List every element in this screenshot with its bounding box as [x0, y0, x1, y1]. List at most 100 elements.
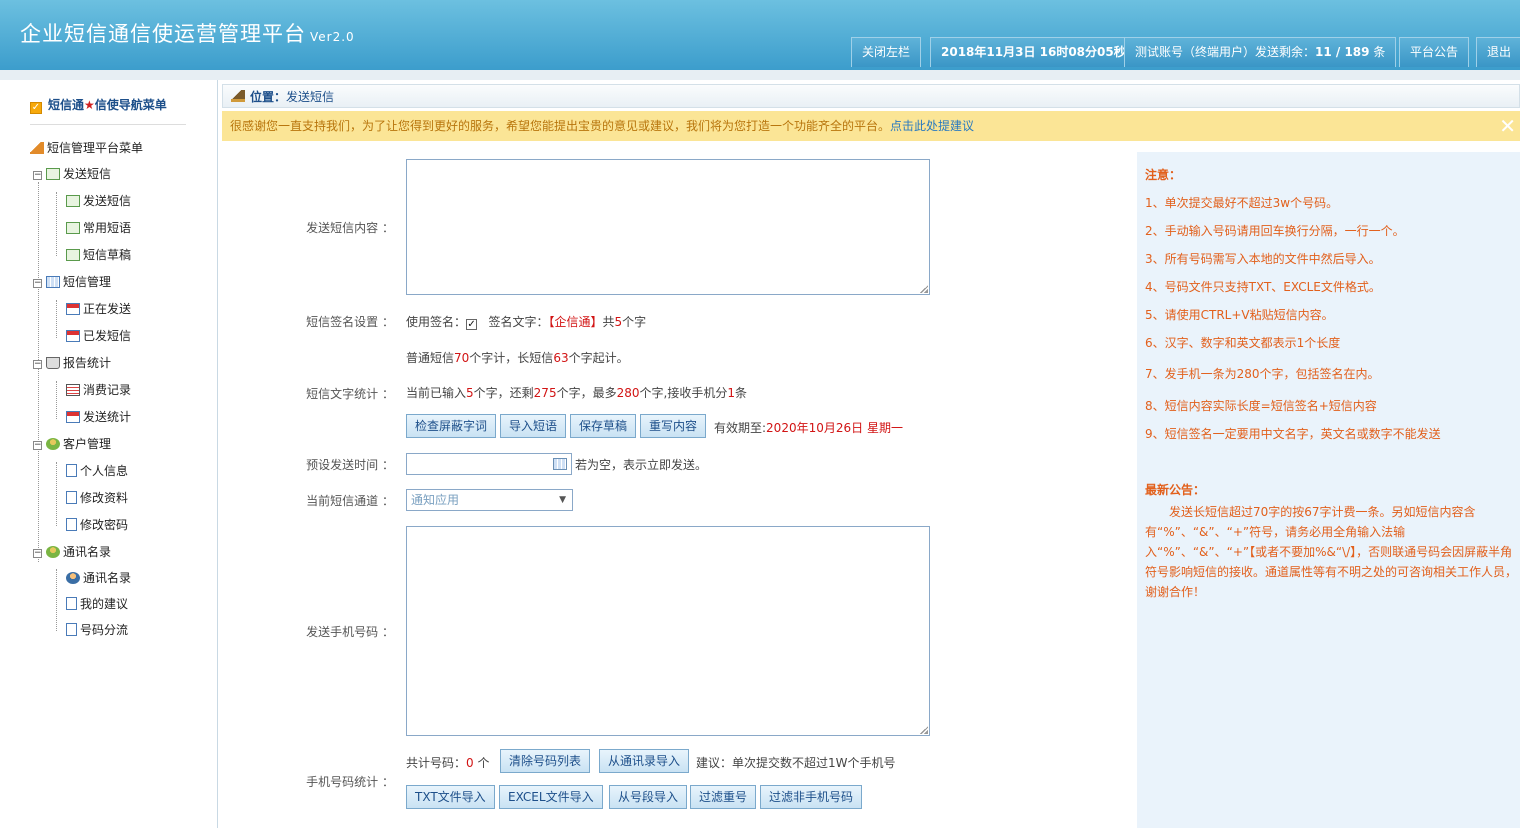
sidebar-item-send-sms[interactable]: 发送短信: [66, 192, 131, 210]
tree-line: [56, 462, 57, 526]
save-draft-button[interactable]: 保存草稿: [570, 414, 637, 438]
content-label: 发送短信内容 ：: [306, 221, 394, 235]
datetime-display: 2018年11月3日 16时08分05秒: [930, 37, 1137, 67]
import-phrase-button[interactable]: 导入短语: [500, 414, 567, 438]
collapse-icon[interactable]: −: [33, 441, 42, 450]
account-count: 11 / 189: [1315, 45, 1370, 59]
signature-value: 【企信通】: [548, 315, 603, 329]
note-item: 5、请使用CTRL+V粘贴短信内容。: [1145, 308, 1334, 322]
close-sidebar-button[interactable]: 关闭左栏: [851, 37, 922, 67]
collapse-icon[interactable]: −: [33, 171, 42, 180]
datetime-text: 2018年11月3日 16时08分05秒: [941, 45, 1126, 59]
feedback-link[interactable]: 点击此处提建议: [890, 119, 974, 133]
expiry-label: 有效期至:: [714, 421, 767, 435]
segment-import-button[interactable]: 从号段导入: [609, 785, 688, 809]
collapse-icon[interactable]: −: [33, 549, 42, 558]
schedule-label: 预设发送时间 ：: [306, 458, 394, 472]
sidebar-item-contacts[interactable]: 通讯名录: [66, 569, 131, 587]
phone-numbers-textarea[interactable]: [406, 526, 930, 736]
cart-icon: [46, 357, 60, 369]
sidebar-item-label: 消费记录: [83, 383, 132, 397]
users-icon: [46, 438, 60, 450]
sidebar-item-label: 修改资料: [80, 491, 129, 505]
envelope-icon: [46, 168, 60, 180]
page-icon: [66, 623, 77, 636]
sidebar-item-common-phrases[interactable]: 常用短语: [66, 219, 131, 237]
schedule-time-input[interactable]: [406, 453, 572, 475]
sidebar-item-change-password[interactable]: 修改密码: [66, 516, 128, 534]
sidebar-item-label: 号码分流: [80, 623, 129, 637]
use-signature-checkbox[interactable]: ✓: [466, 319, 478, 330]
signature-row: 使用签名：✓ 签名文字：【企信通】共5个字: [406, 313, 646, 330]
sidebar-item-drafts[interactable]: 短信草稿: [66, 246, 131, 264]
app-version: Ver2.0: [310, 30, 355, 44]
suggestion-text: 建议：单次提交数不超过1W个手机号: [696, 756, 896, 770]
account-unit: 条: [1369, 45, 1386, 59]
sidebar-group-contacts[interactable]: − 通讯名录: [33, 543, 111, 561]
page-icon: [66, 518, 77, 531]
expiry-value: 2020年10月26日 星期一: [766, 421, 903, 435]
notes-title: 注意：: [1145, 168, 1182, 182]
rewrite-button[interactable]: 重写内容: [640, 414, 707, 438]
sidebar-item-label: 已发短信: [83, 329, 132, 343]
total-count: 0: [466, 756, 474, 770]
note-item: 8、短信内容实际长度=短信签名+短信内容: [1145, 399, 1377, 413]
app-title-text: 企业短信通信使运营管理平台: [20, 22, 306, 46]
collapse-icon[interactable]: −: [33, 279, 42, 288]
sidebar-group-send-sms[interactable]: − 发送短信: [33, 165, 111, 183]
app-header: 企业短信通信使运营管理平台 Ver2.0 关闭左栏 2018年11月3日 16时0…: [0, 0, 1520, 70]
tree-line: [38, 182, 39, 562]
sidebar-root[interactable]: 短信管理平台菜单: [30, 139, 143, 157]
import-from-contacts-button[interactable]: 从通讯录导入: [599, 749, 690, 773]
excel-import-button[interactable]: EXCEL文件导入: [499, 785, 603, 809]
sidebar-group-reports[interactable]: − 报告统计: [33, 354, 111, 372]
sidebar-group-label: 短信管理: [63, 275, 112, 289]
sidebar-item-sent[interactable]: 已发短信: [66, 327, 131, 345]
total-numbers: 共计号码：0 个: [406, 754, 489, 771]
check-blocked-words-button[interactable]: 检查屏蔽字词: [406, 414, 497, 438]
page-icon: [66, 464, 77, 477]
length-note: 普通短信70个字计，长短信63个字起计。: [406, 349, 629, 366]
sidebar-item-label: 通讯名录: [83, 571, 132, 585]
sidebar-divider: [30, 124, 186, 125]
sidebar-root-label: 短信管理平台菜单: [47, 141, 144, 155]
sidebar-item-consumption[interactable]: 消费记录: [66, 381, 131, 399]
note-item: 4、号码文件只支持TXT、EXCLE文件格式。: [1145, 280, 1381, 294]
calendar-icon[interactable]: [553, 458, 567, 470]
filter-non-mobile-button[interactable]: 过滤非手机号码: [760, 785, 863, 809]
sidebar-item-label: 发送统计: [83, 410, 132, 424]
channel-select[interactable]: 通知应用 ▼: [406, 489, 573, 511]
sidebar-item-suggestions[interactable]: 我的建议: [66, 595, 128, 613]
length-note-b: 个字计，长短信: [469, 351, 554, 365]
sidebar-item-sending[interactable]: 正在发送: [66, 300, 131, 318]
sms-content-textarea[interactable]: [406, 159, 930, 295]
signature-label: 短信签名设置 ：: [306, 315, 394, 329]
sidebar-item-edit-profile[interactable]: 修改资料: [66, 489, 128, 507]
page-icon: [66, 491, 77, 504]
sidebar-item-send-stats[interactable]: 发送统计: [66, 408, 131, 426]
stats-d: 个字,接收手机分: [639, 386, 728, 400]
phones-label: 发送手机号码 ：: [306, 625, 394, 639]
home-icon: [30, 142, 44, 154]
txt-import-button[interactable]: TXT文件导入: [406, 785, 495, 809]
channel-select-value: 通知应用: [411, 493, 460, 507]
sidebar-item-label: 短信草稿: [83, 248, 132, 262]
sidebar-group-label: 报告统计: [63, 356, 112, 370]
calendar-icon: [66, 303, 80, 315]
page-icon: [66, 597, 77, 610]
sidebar-item-label: 常用短语: [83, 221, 132, 235]
dedupe-button[interactable]: 过滤重号: [690, 785, 757, 809]
sidebar-item-label: 正在发送: [83, 302, 132, 316]
sidebar-group-customer[interactable]: − 客户管理: [33, 435, 111, 453]
sidebar-group-sms-manage[interactable]: − 短信管理: [33, 273, 111, 291]
logout-button[interactable]: 退出: [1476, 37, 1520, 67]
sidebar-item-number-split[interactable]: 号码分流: [66, 621, 128, 639]
stats-b: 个字，还剩: [473, 386, 534, 400]
notice-bar: 很感谢您一直支持我们，为了让您得到更好的服务，希望您能提出宝贵的意见或建议，我们…: [222, 111, 1520, 141]
announcement-button[interactable]: 平台公告: [1399, 37, 1470, 67]
close-icon[interactable]: ✕: [1499, 111, 1516, 141]
sidebar-title-b: 信使导航菜单: [94, 98, 167, 112]
clear-numbers-button[interactable]: 清除号码列表: [500, 749, 591, 773]
sidebar-item-personal-info[interactable]: 个人信息: [66, 462, 128, 480]
collapse-icon[interactable]: −: [33, 360, 42, 369]
